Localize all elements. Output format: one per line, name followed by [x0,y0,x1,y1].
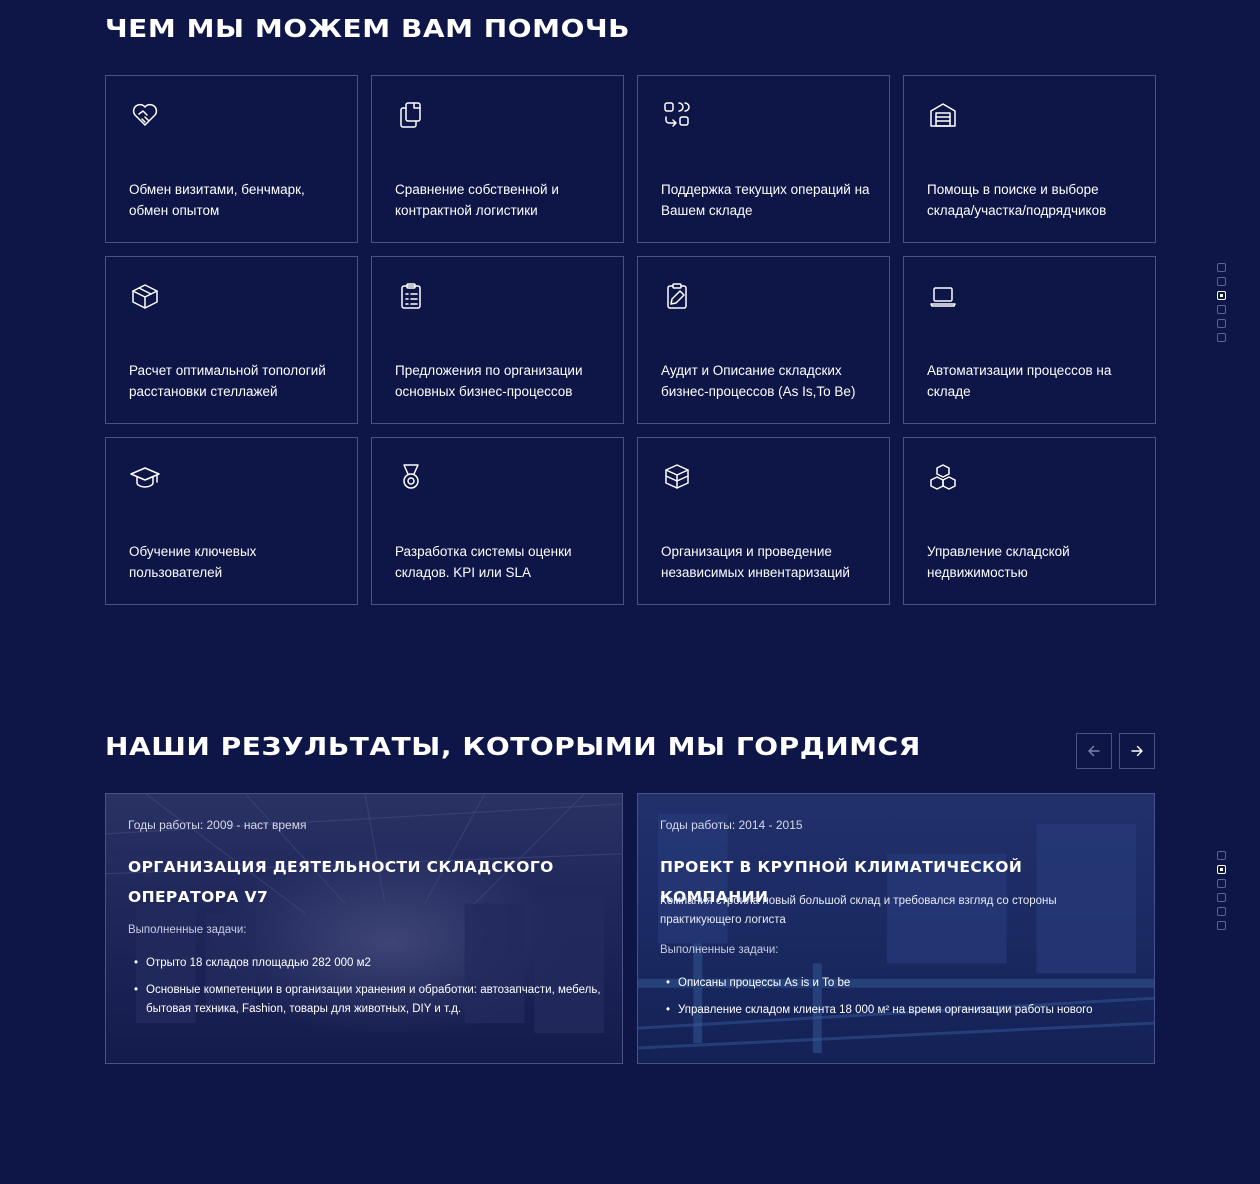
project-title: ОРГАНИЗАЦИЯ ДЕЯТЕЛЬНОСТИ СКЛАДСКОГО ОПЕР… [128,858,554,906]
service-card-text: Аудит и Описание складских бизнес-процес… [661,363,856,399]
service-card[interactable]: Разработка системы оценки складов. KPI и… [371,437,624,605]
service-card[interactable]: Помощь в поиске и выборе склада/участка/… [903,75,1156,243]
service-card[interactable]: Аудит и Описание складских бизнес-процес… [637,256,890,424]
handshake-heart-icon [129,99,161,131]
laptop-icon [927,280,959,312]
service-card-text: Предложения по организации основных бизн… [395,363,583,399]
services-title: ЧЕМ МЫ МОЖЕМ ВАМ ПОМОЧЬ [105,14,631,43]
pager-dot[interactable] [1217,879,1226,888]
service-card[interactable]: Сравнение собственной и контрактной логи… [371,75,624,243]
arrow-left-icon [1088,745,1100,757]
service-card-text: Сравнение собственной и контрактной логи… [395,182,559,218]
warehouse-icon [927,99,959,131]
pager-dot[interactable] [1217,907,1226,916]
pager-dot[interactable] [1217,865,1226,874]
service-card[interactable]: Обмен визитами, бенчмарк, обмен опытом [105,75,358,243]
service-card-text: Поддержка текущих операций на Вашем скла… [661,182,870,218]
project-card-v7[interactable]: Годы работы: 2009 - наст время ОРГАНИЗАЦ… [105,793,623,1064]
service-card-text: Помощь в поиске и выборе склада/участка/… [927,182,1107,218]
service-card[interactable]: Расчет оптимальной топологий расстановки… [105,256,358,424]
pager-dot[interactable] [1217,319,1226,328]
tasks-list: Отрыто 18 складов площадью 282 000 м2 Ос… [128,954,602,1027]
box-3d-icon [129,280,161,312]
service-card-text: Расчет оптимальной топологий расстановки… [129,363,326,399]
service-card[interactable]: Предложения по организации основных бизн… [371,256,624,424]
cubes-icon [927,461,959,493]
documents-copy-icon [395,99,427,131]
pager-dot[interactable] [1217,291,1226,300]
service-card[interactable]: Управление складской недвижимостью [903,437,1156,605]
section-pager-top [1217,263,1226,342]
pager-dot[interactable] [1217,333,1226,342]
clipboard-edit-icon [661,280,693,312]
service-card-text: Организация и проведение независимых инв… [661,544,850,580]
next-button[interactable] [1119,733,1155,769]
tasks-label: Выполненные задачи: [128,924,247,936]
pager-dot[interactable] [1217,893,1226,902]
boxes-stack-icon [661,461,693,493]
graduation-cap-icon [129,461,161,493]
tasks-label: Выполненные задачи: [660,944,779,956]
task-item: Управление складом клиента 18 000 м² на … [660,1001,1134,1020]
tasks-list: Описаны процессы As is и To be Управлени… [660,974,1134,1028]
task-item: Основные компетенции в организации хране… [128,981,602,1019]
project-years: Годы работы: 2009 - наст время [128,818,307,832]
service-card[interactable]: Автоматизации процессов на складе [903,256,1156,424]
service-card-text: Управление складской недвижимостью [927,544,1070,580]
project-years: Годы работы: 2014 - 2015 [660,818,803,832]
workflow-shapes-icon [661,99,693,131]
pager-dot[interactable] [1217,277,1226,286]
pager-dot[interactable] [1217,851,1226,860]
service-card[interactable]: Поддержка текущих операций на Вашем скла… [637,75,890,243]
pager-dot[interactable] [1217,921,1226,930]
pager-dot[interactable] [1217,263,1226,272]
service-card-text: Обмен визитами, бенчмарк, обмен опытом [129,182,305,218]
project-description: Компания строила новый большой склад и т… [660,895,1057,926]
section-pager-bottom [1217,851,1226,930]
service-card-text: Автоматизации процессов на складе [927,363,1112,399]
service-card-text: Обучение ключевых пользователей [129,544,257,580]
clipboard-list-icon [395,280,427,312]
service-card[interactable]: Обучение ключевых пользователей [105,437,358,605]
arrow-right-icon [1131,745,1143,757]
service-card-text: Разработка системы оценки складов. KPI и… [395,544,572,580]
task-item: Описаны процессы As is и To be [660,974,1134,993]
prev-button[interactable] [1076,733,1112,769]
medal-icon [395,461,427,493]
task-item: Отрыто 18 складов площадью 282 000 м2 [128,954,602,973]
results-title: НАШИ РЕЗУЛЬТАТЫ, КОТОРЫМИ МЫ ГОРДИМСЯ [105,732,921,761]
project-card-climate[interactable]: Годы работы: 2014 - 2015 ПРОЕКТ В КРУПНО… [637,793,1155,1064]
pager-dot[interactable] [1217,305,1226,314]
services-grid: Обмен визитами, бенчмарк, обмен опытом Ср… [105,75,1156,605]
service-card[interactable]: Организация и проведение независимых инв… [637,437,890,605]
